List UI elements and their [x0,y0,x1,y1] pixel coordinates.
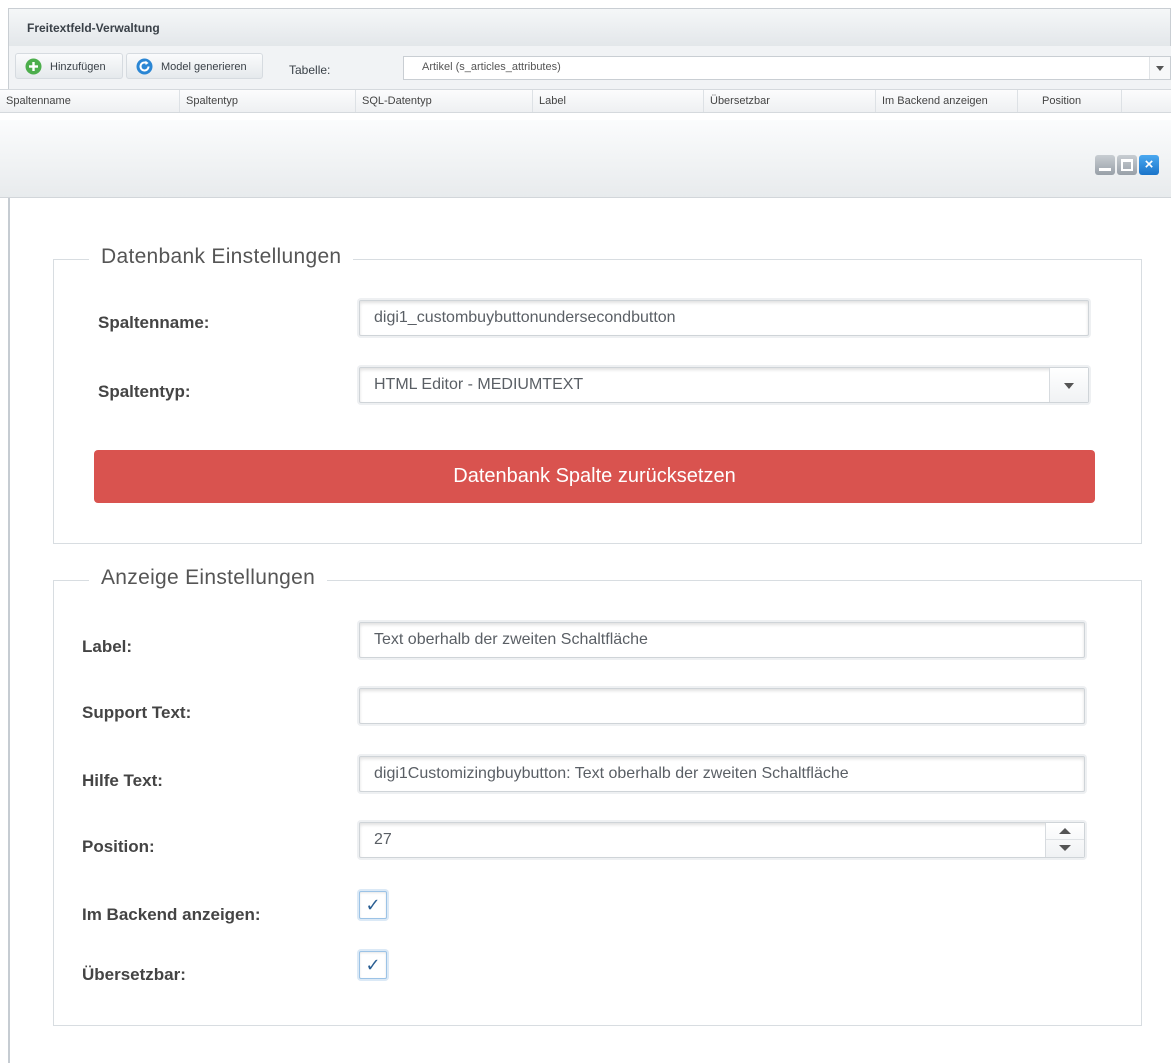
help-text-value: digi1Customizingbuybutton: Text oberhalb… [374,765,849,782]
reset-column-button[interactable]: Datenbank Spalte zurücksetzen [94,450,1095,503]
arrow-down-icon[interactable] [1046,840,1084,856]
generate-model-button[interactable]: Model generieren [126,53,263,79]
position-label: Position: [82,837,155,856]
grid-column-header: Spaltenname Spaltentyp SQL-Datentyp Labe… [0,89,1171,113]
display-settings-fieldset: Anzeige Einstellungen Label: Text oberha… [53,566,1142,1026]
add-button[interactable]: Hinzufügen [15,53,123,79]
label-value: Text oberhalb der zweiten Schaltfläche [374,631,648,648]
chevron-down-icon[interactable] [1149,57,1170,79]
translatable-checkbox[interactable]: ✓ [359,951,387,979]
column-header-uebersetzbar[interactable]: Übersetzbar [704,90,876,112]
panel-titlebar: Freitextfeld-Verwaltung [8,8,1171,46]
column-header-sql-datentyp[interactable]: SQL-Datentyp [356,90,533,112]
column-name-value: digi1_custombuybuttonundersecondbutton [374,309,676,326]
column-header-im-backend-anzeigen[interactable]: Im Backend anzeigen [876,90,1018,112]
help-text-label: Hilfe Text: [82,771,163,790]
help-text-field[interactable]: digi1Customizingbuybutton: Text oberhalb… [359,756,1085,792]
database-settings-legend: Datenbank Einstellungen [89,245,354,269]
maximize-icon[interactable] [1117,155,1137,175]
label-label: Label: [82,637,133,656]
display-settings-legend: Anzeige Einstellungen [89,566,328,590]
show-in-backend-checkbox[interactable]: ✓ [359,891,387,919]
window-header[interactable] [0,120,1171,198]
position-stepper[interactable]: 27 [359,822,1085,858]
support-text-field[interactable] [359,688,1085,724]
stepper-buttons [1045,823,1084,857]
arrow-up-icon[interactable] [1046,823,1084,840]
freetext-management-panel: Freitextfeld-Verwaltung Hinzufügen Model… [0,0,1171,116]
table-label: Tabelle: [289,63,331,77]
column-type-label: Spaltentyp: [98,382,191,401]
generate-model-label: Model generieren [161,61,247,73]
show-in-backend-label: Im Backend anzeigen: [82,905,261,924]
panel-title: Freitextfeld-Verwaltung [27,21,160,35]
column-header-label[interactable]: Label [533,90,704,112]
column-name-field[interactable]: digi1_custombuybuttonundersecondbutton [359,300,1089,336]
checkmark-icon: ✓ [365,895,381,915]
position-value: 27 [374,831,392,848]
checkmark-icon: ✓ [365,955,381,975]
label-field[interactable]: Text oberhalb der zweiten Schaltfläche [359,622,1085,658]
translatable-label: Übersetzbar: [82,965,186,984]
minimize-icon[interactable] [1095,155,1115,175]
column-header-spaltenname[interactable]: Spaltenname [0,90,180,112]
column-name-label: Spaltenname: [98,313,210,332]
panel-toolbar: Hinzufügen Model generieren Tabelle: Art… [8,46,1171,89]
column-header-position[interactable]: Position [1018,90,1122,112]
close-icon[interactable]: × [1139,155,1159,175]
window-body: Datenbank Einstellungen Spaltenname: dig… [8,198,1171,1063]
table-select[interactable]: Artikel (s_articles_attributes) [403,56,1171,80]
column-type-select[interactable]: HTML Editor - MEDIUMTEXT [359,367,1089,403]
add-button-label: Hinzufügen [50,61,106,73]
chevron-down-icon[interactable] [1049,368,1088,402]
column-type-value: HTML Editor - MEDIUMTEXT [374,376,584,393]
plus-circle-icon [25,58,42,75]
column-header-spaltentyp[interactable]: Spaltentyp [180,90,356,112]
table-select-value: Artikel (s_articles_attributes) [422,61,561,73]
support-text-label: Support Text: [82,703,192,722]
refresh-icon [136,58,153,75]
